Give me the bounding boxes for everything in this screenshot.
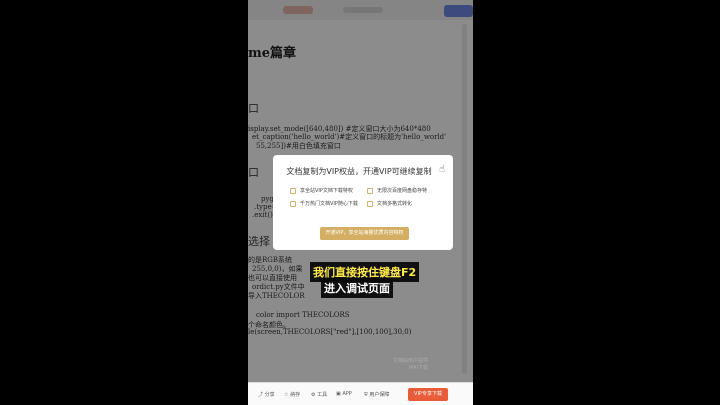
feature-item: 千万热门文档VIP随心下载 — [290, 201, 360, 207]
save-button[interactable]: ☆ 纳存 — [284, 391, 300, 398]
download-icon — [290, 201, 296, 207]
vip-download-button[interactable]: VIP专享下载 — [408, 388, 448, 401]
feature-item: 享全站VIP文档下载特权 — [290, 188, 353, 194]
document-icon — [290, 188, 296, 194]
open-vip-button[interactable]: 开通VIP，享全站海量优质内容特权 — [320, 227, 409, 240]
vip-copy-dialog: 文档复制为VIP权益，开通VIP可继续复制 ☝ 享全站VIP文档下载特权 无限次… — [273, 155, 453, 250]
feature-item: 文档多格式转化 — [367, 201, 412, 207]
watermark: 文档由用户提供 MAI下载 — [393, 358, 429, 371]
cloud-icon — [367, 188, 373, 194]
convert-icon — [367, 201, 373, 207]
app-button[interactable]: ▣ APP — [336, 391, 352, 397]
tools-button[interactable]: ⚙ 工具 — [311, 391, 327, 398]
pointer-hand-icon: ☝ — [439, 164, 446, 175]
user-guarantee-button[interactable]: ⛨ 用户保障 — [364, 391, 389, 398]
subtitle-line-2: 进入调试页面 — [321, 278, 393, 298]
bottom-toolbar: ⤴ 分享 ☆ 纳存 ⚙ 工具 ▣ APP ⛨ 用户保障 VIP专享下载 — [248, 382, 473, 405]
feature-item: 无限次百度网盘稳存特 — [367, 188, 427, 194]
dialog-title: 文档复制为VIP权益，开通VIP可继续复制 — [286, 167, 432, 176]
share-button[interactable]: ⤴ 分享 — [258, 391, 275, 398]
